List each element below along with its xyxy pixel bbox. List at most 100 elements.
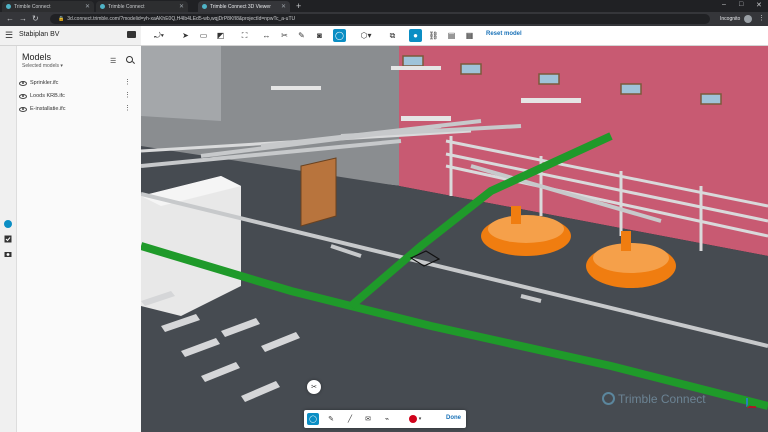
models-title: Models [22, 52, 52, 62]
more-options-icon[interactable]: ⋮ [124, 104, 131, 112]
model-tree-icon[interactable] [4, 220, 12, 228]
line-tool-icon[interactable]: ╱ [344, 413, 356, 425]
settings-grid-icon[interactable]: ▦ [463, 29, 476, 42]
more-options-icon[interactable]: ⋮ [124, 91, 131, 99]
cloud-tool-icon[interactable]: ◯ [307, 413, 319, 425]
window [700, 93, 722, 105]
scissors-icon: ✂ [311, 384, 317, 391]
back-icon[interactable]: ← [6, 14, 14, 24]
checklist-icon[interactable] [4, 235, 12, 243]
tab-label: Trimble Connect 3D Viewer [210, 3, 271, 10]
model-list-item[interactable]: E-installatie.ifc ⋮ [19, 104, 137, 114]
maximize-icon[interactable]: □ [739, 1, 743, 8]
axis-gizmo-icon [746, 398, 756, 408]
incognito-avatar-icon[interactable] [744, 15, 752, 23]
cloud-markup-icon[interactable]: ◯ [333, 29, 346, 42]
url-text: 3d.connect.trimble.com/?modelid=yh-xaAKh… [67, 16, 296, 22]
link-icon[interactable]: ⛓ [427, 29, 440, 42]
close-tab-icon[interactable]: ✕ [281, 3, 286, 10]
upper-wall-section [141, 46, 221, 121]
3d-scene [141, 46, 768, 432]
forward-icon[interactable]: → [19, 14, 27, 24]
tank-valve [621, 231, 631, 251]
close-tab-icon[interactable]: ✕ [85, 3, 90, 10]
visibility-eye-icon[interactable] [19, 106, 27, 112]
model-list-item[interactable]: Loods KRB.ifc ⋮ [19, 91, 137, 101]
folder-icon[interactable] [127, 31, 136, 38]
selected-models-label: Selected models [22, 63, 59, 69]
sort-icon[interactable]: ☰ [110, 57, 116, 65]
close-window-icon[interactable]: ✕ [756, 1, 762, 9]
icon-rail [0, 46, 17, 432]
text-note-icon[interactable]: ✉ [362, 413, 374, 425]
section-box-icon[interactable]: ◩ [214, 29, 227, 42]
model-name: Sprinkler.ifc [30, 80, 59, 86]
close-tab-icon[interactable]: ✕ [179, 3, 184, 10]
navigation-mode-icon[interactable]: ⤾▾ [147, 29, 171, 42]
measure-markup-icon[interactable]: ⌁ [381, 413, 393, 425]
incognito-label: Incognito [720, 16, 741, 22]
browser-tab[interactable]: Trimble Connect ✕ [96, 1, 188, 12]
orange-tank-top [488, 215, 564, 243]
fit-view-icon[interactable]: ⛶ [238, 29, 251, 42]
markup-toolbar: ◯ ✎ ╱ ✉ ⌁ ▾ Done [304, 410, 466, 428]
app-header: ☰ Stabiplan BV [0, 26, 141, 46]
object-properties-icon[interactable]: ● [409, 29, 422, 42]
select-pointer-icon[interactable]: ➤ [179, 29, 192, 42]
minimize-icon[interactable]: – [722, 1, 726, 8]
light-fixture [271, 86, 321, 90]
reload-icon[interactable]: ↻ [32, 14, 39, 24]
measure-icon[interactable]: ↔ [260, 29, 273, 42]
trimble-favicon-icon [6, 4, 11, 9]
window [460, 63, 482, 75]
window [538, 73, 560, 85]
tab-label: Trimble Connect [14, 3, 51, 10]
model-list-item[interactable]: Sprinkler.ifc ⋮ [19, 78, 137, 88]
model-name: Loods KRB.ifc [30, 93, 65, 99]
markup-pen-icon[interactable]: ✎ [295, 29, 308, 42]
trimble-logo-icon [602, 392, 615, 405]
browser-tab-active[interactable]: Trimble Connect 3D Viewer ✕ [198, 1, 290, 12]
browser-tab-bar: Trimble Connect ✕ Trimble Connect ✕ Trim… [0, 0, 768, 12]
view-cube-icon[interactable]: ⬡▾ [355, 29, 377, 42]
selected-models-dropdown[interactable]: Selected models ▾ [22, 63, 63, 69]
light-fixture [391, 66, 441, 70]
hamburger-menu-icon[interactable]: ☰ [5, 30, 13, 41]
done-button[interactable]: Done [446, 415, 461, 421]
trimble-favicon-icon [100, 4, 105, 9]
window [620, 83, 642, 95]
tank-valve [511, 206, 521, 224]
light-fixture [521, 98, 581, 103]
caret-down-icon: ▾ [60, 63, 63, 69]
tab-label: Trimble Connect [108, 3, 145, 10]
color-swatch-icon [408, 415, 417, 423]
freehand-pen-icon[interactable]: ✎ [325, 413, 337, 425]
snapshot-camera-icon[interactable]: ◙ [313, 29, 326, 42]
trimble-favicon-icon [202, 4, 207, 9]
clip-scissors-icon[interactable]: ✂ [278, 29, 291, 42]
url-input[interactable]: 🔒 3d.connect.trimble.com/?modelid=yh-xaAK… [50, 14, 710, 24]
caret-down-icon: ▾ [418, 416, 422, 422]
browser-menu-icon[interactable]: ⋮ [758, 14, 765, 22]
clip-plane-button[interactable]: ✂ [307, 380, 321, 394]
layers-icon[interactable]: ⧉ [386, 29, 399, 42]
camera-icon[interactable] [4, 250, 12, 258]
window [402, 55, 424, 67]
visibility-eye-icon[interactable] [19, 80, 27, 86]
browser-tab[interactable]: Trimble Connect ✕ [2, 1, 94, 12]
project-name: Stabiplan BV [19, 31, 60, 38]
model-name: E-installatie.ifc [30, 106, 66, 112]
box-select-icon[interactable]: ▭ [197, 29, 210, 42]
address-bar-row: ← → ↻ 🔒 3d.connect.trimble.com/?modelid=y… [0, 12, 768, 26]
3d-viewport[interactable] [141, 46, 768, 432]
watermark: Trimble Connect [618, 392, 706, 406]
lock-icon: 🔒 [58, 16, 65, 22]
more-options-icon[interactable]: ⋮ [124, 78, 131, 86]
panel-icon[interactable]: ▤ [445, 29, 458, 42]
search-icon[interactable] [126, 56, 133, 63]
new-tab-button[interactable]: + [296, 1, 301, 11]
reset-model-button[interactable]: Reset model [486, 31, 522, 37]
color-picker[interactable]: ▾ [404, 413, 426, 425]
visibility-eye-icon[interactable] [19, 93, 27, 99]
light-fixture [401, 116, 451, 121]
